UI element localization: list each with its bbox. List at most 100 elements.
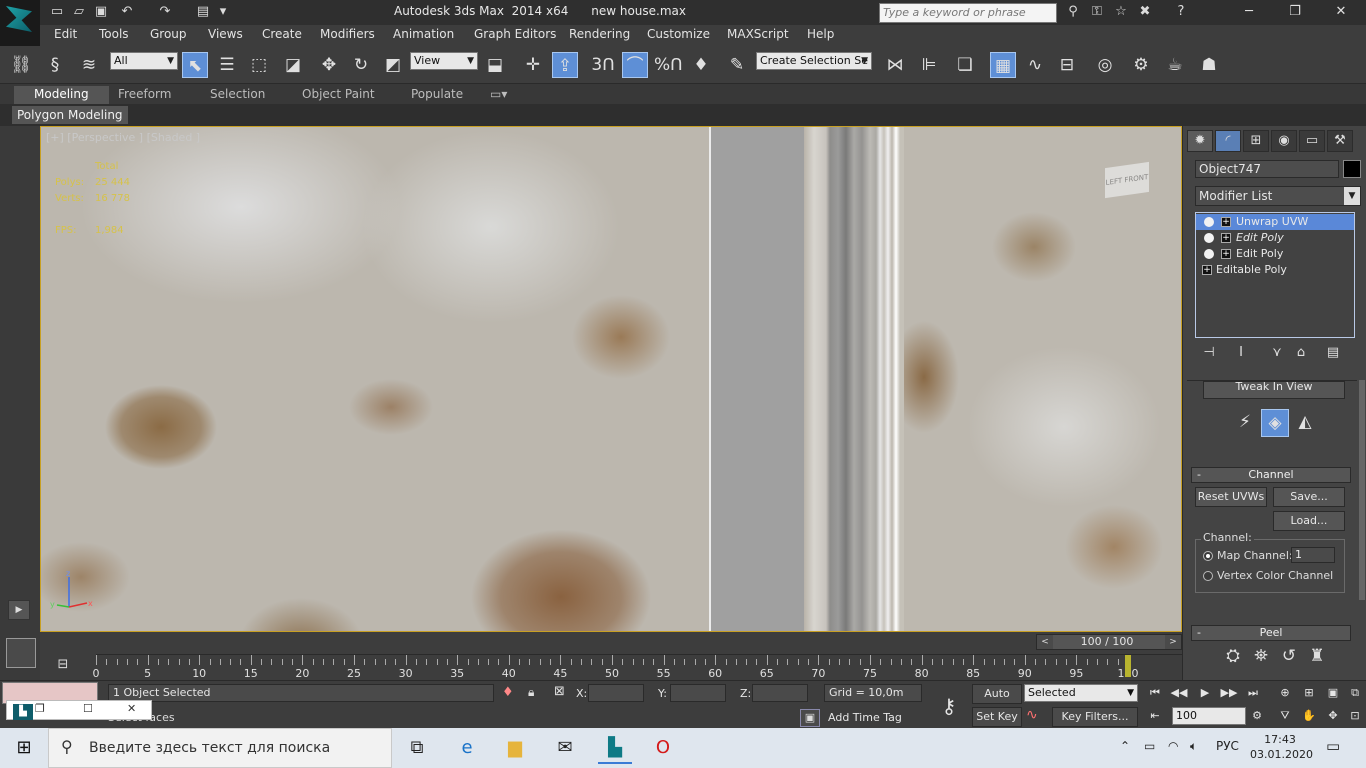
project-folder-icon[interactable]: ▤ bbox=[194, 3, 212, 21]
absolute-mode-icon[interactable]: ⊠ bbox=[554, 684, 565, 699]
x-coord-input[interactable] bbox=[588, 684, 644, 702]
file-explorer-icon[interactable]: ▆ bbox=[498, 732, 532, 764]
save-button[interactable]: Save... bbox=[1273, 487, 1345, 507]
map-channel-radio[interactable] bbox=[1203, 551, 1213, 561]
command-panel-scrollbar[interactable] bbox=[1359, 380, 1365, 600]
previous-key-icon[interactable]: ◀◀ bbox=[1170, 684, 1188, 702]
expand-arrow-icon[interactable]: ▶ bbox=[8, 600, 30, 620]
undo-icon[interactable]: ↶ bbox=[118, 3, 136, 21]
y-coord-input[interactable] bbox=[670, 684, 726, 702]
time-config-icon[interactable]: ⚙ bbox=[1248, 707, 1266, 725]
exchange-icon[interactable]: ✖ bbox=[1136, 3, 1154, 21]
select-by-name-icon[interactable]: ☰ bbox=[214, 52, 240, 78]
favorites-star-icon[interactable]: ☆ bbox=[1112, 3, 1130, 21]
maximize-viewport-icon[interactable]: ⊡ bbox=[1346, 707, 1364, 725]
object-color-swatch[interactable] bbox=[1343, 160, 1361, 178]
z-coord-input[interactable] bbox=[752, 684, 808, 702]
stack-item-editable-poly[interactable]: + Editable Poly bbox=[1196, 262, 1354, 278]
track-bar-config-icon[interactable]: ⊟ bbox=[50, 656, 76, 674]
windows-start-icon[interactable]: ⊞ bbox=[0, 728, 48, 768]
menu-animation[interactable]: Animation bbox=[393, 27, 454, 41]
go-to-start-icon[interactable]: ⏮ bbox=[1146, 684, 1164, 702]
unlink-icon[interactable]: § bbox=[42, 52, 68, 78]
ribbon-options-icon[interactable]: ▭▾ bbox=[490, 87, 507, 101]
field-of-view-icon[interactable]: ⛛ bbox=[1276, 707, 1294, 725]
tray-network-icon[interactable]: ▭ bbox=[1144, 739, 1155, 753]
channel-rollout-header[interactable]: - Channel bbox=[1191, 467, 1351, 483]
lightbulb-icon[interactable] bbox=[1204, 217, 1214, 227]
track-bar[interactable]: 0510152025303540455055606570758085909510… bbox=[93, 654, 1182, 680]
zoom-extents-icon[interactable]: ▣ bbox=[1324, 684, 1342, 702]
expand-plus-icon[interactable]: + bbox=[1221, 217, 1231, 227]
perspective-viewport[interactable]: [+] [Perspective ] [Shaded ] Total Polys… bbox=[40, 126, 1182, 632]
layer-manager-icon[interactable]: ❏ bbox=[952, 52, 978, 78]
set-key-button[interactable]: Set Key bbox=[972, 707, 1022, 727]
stack-item-edit-poly-2[interactable]: + Edit Poly bbox=[1196, 246, 1354, 262]
taskbar-search-box[interactable]: ⚲ Введите здесь текст для поиска bbox=[48, 728, 392, 768]
graphite-toggle-icon[interactable]: ▦ bbox=[990, 52, 1016, 78]
app-logo-icon[interactable] bbox=[0, 0, 40, 46]
menu-edit[interactable]: Edit bbox=[54, 27, 77, 41]
vertex-color-radio[interactable] bbox=[1203, 571, 1213, 581]
add-time-tag-button[interactable]: Add Time Tag bbox=[828, 711, 902, 724]
reset-uvws-button[interactable]: Reset UVWs bbox=[1195, 487, 1267, 507]
show-end-result-icon[interactable]: Ⅰ bbox=[1231, 344, 1251, 362]
named-selection-sets-dropdown[interactable]: Create Selection Se ▼ bbox=[756, 52, 872, 70]
zoom-extents-all-icon[interactable]: ⧉ bbox=[1346, 684, 1364, 702]
opera-browser-icon[interactable]: O bbox=[646, 732, 680, 764]
tweak-in-view-button[interactable]: Tweak In View bbox=[1203, 381, 1345, 399]
tray-wifi-icon[interactable]: ◠ bbox=[1168, 739, 1178, 753]
edge-browser-icon[interactable]: e bbox=[450, 732, 484, 764]
viewcube[interactable]: LEFT FRONT bbox=[1105, 161, 1149, 199]
scale-icon[interactable]: ◩ bbox=[380, 52, 406, 78]
stack-item-unwrap-uvw[interactable]: + Unwrap UVW bbox=[1196, 214, 1354, 230]
quick-peel-icon[interactable]: ⛭ bbox=[1221, 643, 1245, 667]
align-icon[interactable]: ⊫ bbox=[916, 52, 942, 78]
tab-object-paint[interactable]: Object Paint bbox=[302, 87, 375, 101]
menu-group[interactable]: Group bbox=[150, 27, 187, 41]
expand-plus-icon[interactable]: + bbox=[1221, 249, 1231, 259]
expand-plus-icon[interactable]: + bbox=[1202, 265, 1212, 275]
mail-icon[interactable]: ✉ bbox=[548, 732, 582, 764]
pin-icon[interactable]: ♜ bbox=[1305, 643, 1329, 667]
rect-selection-icon[interactable]: ⬚ bbox=[246, 52, 272, 78]
binoculars-icon[interactable]: ⚲ bbox=[1064, 3, 1082, 21]
menu-create[interactable]: Create bbox=[262, 27, 302, 41]
floating-mini-window[interactable]: ▙ ❐ ☐ ✕ bbox=[6, 700, 152, 720]
tray-volume-icon[interactable]: 🔈︎ bbox=[1190, 739, 1197, 754]
display-tab-icon[interactable]: ▭ bbox=[1299, 130, 1325, 152]
menu-help[interactable]: Help bbox=[807, 27, 834, 41]
selection-filter-dropdown[interactable]: All ▼ bbox=[110, 52, 178, 70]
current-frame-marker[interactable] bbox=[1125, 655, 1131, 677]
render-production-icon[interactable]: ☗ bbox=[1196, 52, 1222, 78]
utilities-tab-icon[interactable]: ⚒ bbox=[1327, 130, 1353, 152]
menu-graph-editors[interactable]: Graph Editors bbox=[474, 27, 556, 41]
object-name-field[interactable]: Object747 bbox=[1195, 160, 1339, 178]
create-tab-icon[interactable]: ✹ bbox=[1187, 130, 1213, 152]
hierarchy-tab-icon[interactable]: ⊞ bbox=[1243, 130, 1269, 152]
notifications-icon[interactable]: ▭ bbox=[1326, 737, 1340, 755]
schematic-view-icon[interactable]: ⊟ bbox=[1054, 52, 1080, 78]
isolate-selection-icon[interactable]: ♦ bbox=[502, 685, 514, 700]
remove-modifier-icon[interactable]: ⌂ bbox=[1291, 344, 1311, 362]
menu-rendering[interactable]: Rendering bbox=[569, 27, 630, 41]
new-file-icon[interactable]: ▭ bbox=[48, 3, 66, 21]
expand-plus-icon[interactable]: + bbox=[1221, 233, 1231, 243]
motion-tab-icon[interactable]: ◉ bbox=[1271, 130, 1297, 152]
move-icon[interactable]: ✥ bbox=[316, 52, 342, 78]
tab-freeform[interactable]: Freeform bbox=[118, 87, 171, 101]
stack-item-edit-poly-1[interactable]: + Edit Poly bbox=[1196, 230, 1354, 246]
3dsmax-taskbar-icon[interactable]: ▙ bbox=[598, 732, 632, 764]
edit-named-selection-icon[interactable]: ✎ bbox=[724, 52, 750, 78]
reset-peel-icon[interactable]: ↺ bbox=[1277, 643, 1301, 667]
tab-populate[interactable]: Populate bbox=[411, 87, 463, 101]
rendered-frame-icon[interactable]: ☕ bbox=[1162, 52, 1188, 78]
play-icon[interactable]: ▶ bbox=[1196, 684, 1214, 702]
zoom-all-icon[interactable]: ⊞ bbox=[1300, 684, 1318, 702]
edit-uv-icon[interactable]: ⚡ bbox=[1231, 409, 1259, 437]
lightbulb-icon[interactable] bbox=[1204, 233, 1214, 243]
orbit-icon[interactable]: ✥ bbox=[1324, 707, 1342, 725]
menu-customize[interactable]: Customize bbox=[647, 27, 710, 41]
window-crossing-icon[interactable]: ◪ bbox=[280, 52, 306, 78]
maxscript-mini-listener[interactable] bbox=[6, 638, 36, 668]
